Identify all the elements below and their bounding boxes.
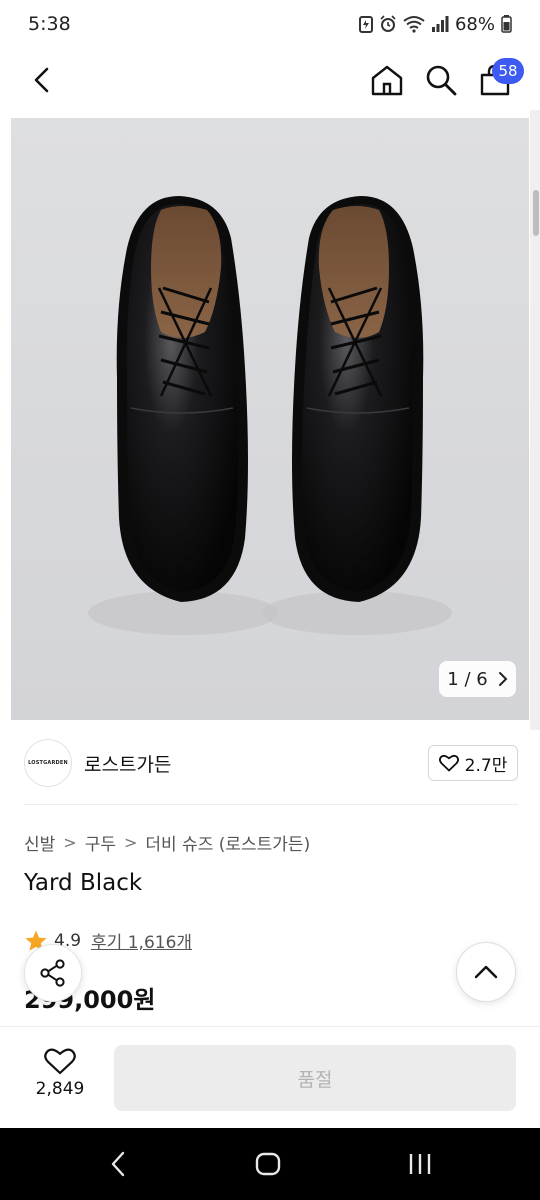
chevron-up-icon (474, 965, 498, 979)
scrollbar[interactable] (530, 110, 540, 730)
home-button[interactable] (363, 56, 411, 104)
wifi-icon (403, 15, 425, 33)
signal-icon (431, 15, 449, 33)
breadcrumb-item[interactable]: 구두 (85, 830, 116, 855)
heart-icon (44, 1048, 76, 1075)
chevron-left-icon (34, 67, 49, 93)
battery-saver-icon (358, 15, 373, 33)
breadcrumb: 신발 > 구두 > 더비 슈즈 (로스트가든) (24, 830, 310, 855)
status-time: 5:38 (28, 13, 71, 35)
cart-count-badge: 58 (492, 58, 524, 84)
product-image (88, 196, 452, 635)
share-button[interactable] (24, 944, 82, 1002)
system-recents-button[interactable] (390, 1142, 450, 1186)
brand-like-button[interactable]: 2.7만 (428, 745, 518, 781)
chevron-right-icon (498, 672, 508, 686)
back-button[interactable] (18, 56, 66, 104)
search-button[interactable] (417, 56, 465, 104)
alarm-icon (379, 15, 397, 33)
breadcrumb-item[interactable]: 신발 (24, 830, 55, 855)
scrollbar-thumb[interactable] (533, 190, 539, 236)
system-recents-icon (409, 1154, 431, 1174)
battery-icon (501, 15, 512, 33)
system-home-icon (255, 1152, 281, 1176)
product-image-gallery[interactable] (11, 118, 529, 720)
breadcrumb-separator-icon: > (123, 833, 138, 852)
search-icon (426, 65, 457, 96)
battery-percent: 68% (454, 13, 495, 35)
image-counter-text: 1 / 6 (447, 668, 488, 690)
image-counter[interactable]: 1 / 6 (439, 661, 516, 697)
breadcrumb-separator-icon: > (63, 833, 77, 852)
scroll-to-top-button[interactable] (456, 942, 516, 1002)
brand-row: LOSTGARDEN 로스트가든 2.7만 (24, 738, 518, 788)
sold-out-button[interactable]: 품절 (114, 1045, 516, 1111)
breadcrumb-item[interactable]: 더비 슈즈 (로스트가든) (145, 830, 310, 855)
share-icon (40, 959, 65, 987)
bottom-action-bar: 2,849 품절 (0, 1026, 540, 1128)
reviews-link[interactable]: 후기 1,616개 (91, 928, 192, 953)
wishlist-count: 2,849 (35, 1079, 85, 1099)
system-back-icon (111, 1151, 125, 1177)
system-back-button[interactable] (88, 1142, 148, 1186)
product-title: Yard Black (24, 870, 143, 896)
system-navigation-bar (0, 1128, 540, 1200)
brand-name[interactable]: 로스트가든 (84, 750, 171, 777)
status-icons: 68% (358, 13, 512, 35)
home-icon (371, 65, 403, 96)
divider (24, 804, 518, 805)
status-bar: 5:38 68% (0, 0, 540, 48)
top-nav (0, 48, 540, 112)
system-home-button[interactable] (238, 1142, 298, 1186)
brand-like-count: 2.7만 (464, 755, 508, 776)
heart-icon (438, 754, 459, 772)
wishlist-button[interactable]: 2,849 (24, 1047, 96, 1109)
brand-logo[interactable]: LOSTGARDEN (24, 739, 72, 787)
